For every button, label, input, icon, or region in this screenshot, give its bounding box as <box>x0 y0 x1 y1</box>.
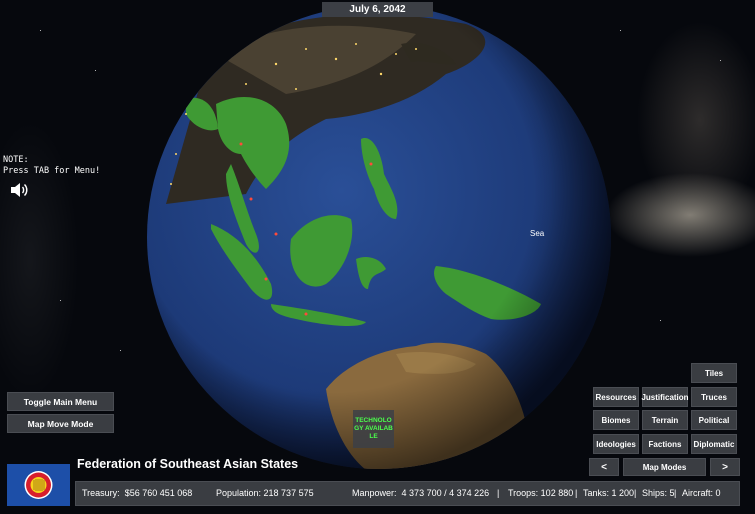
map-mode-terrain-button[interactable]: Terrain <box>642 410 688 430</box>
star <box>660 320 661 321</box>
star <box>95 70 96 71</box>
star <box>620 30 621 31</box>
game-date: July 6, 2042 <box>322 2 433 17</box>
map-mode-ideologies-button[interactable]: Ideologies <box>593 434 639 454</box>
map-mode-diplomatic-button[interactable]: Diplomatic <box>691 434 737 454</box>
treasury-stat: Treasury: $56 760 451 068 <box>82 482 192 505</box>
map-mode-tiles-button[interactable]: Tiles <box>691 363 737 383</box>
separator: | <box>634 488 637 498</box>
map-mode-factions-button[interactable]: Factions <box>642 434 688 454</box>
star <box>60 300 61 301</box>
sea-label: Sea <box>530 229 545 238</box>
toggle-main-menu-button[interactable]: Toggle Main Menu <box>7 392 114 411</box>
speaker-icon[interactable] <box>9 181 29 199</box>
troops-stat: Troops: 102 880 <box>508 488 574 498</box>
aircraft-stat: Aircraft: 0 <box>682 488 721 498</box>
star <box>720 60 721 61</box>
asean-flag-icon <box>7 464 70 506</box>
map-mode-justification-button[interactable]: Justification <box>641 387 689 407</box>
treasury-value: $56 760 451 068 <box>124 488 193 498</box>
star <box>120 350 121 351</box>
map-mode-truces-button[interactable]: Truces <box>691 387 737 407</box>
star <box>40 30 41 31</box>
nation-name: Federation of Southeast Asian States <box>77 457 299 471</box>
population-stat: Population: 218 737 575 <box>216 488 314 498</box>
note-label: NOTE: <box>3 155 29 165</box>
note-hint: Press TAB for Menu! <box>3 166 101 176</box>
map-mode-biomes-button[interactable]: Biomes <box>593 410 639 430</box>
separator: | <box>575 488 578 498</box>
tanks-stat: Tanks: 1 200 <box>583 488 635 498</box>
ships-stat: Ships: 5 <box>642 488 675 498</box>
stats-bar: Treasury: $56 760 451 068 Population: 21… <box>75 481 740 506</box>
technology-available-notice[interactable]: TECHNOLOGY AVAILABLE <box>353 410 394 448</box>
menu-note: NOTE: Press TAB for Menu! <box>3 155 100 177</box>
manpower-stat: Manpower: 4 373 700 / 4 374 226 <box>352 482 489 505</box>
map-mode-next-button[interactable]: > <box>710 458 740 476</box>
separator: | <box>497 488 500 498</box>
map-move-mode-button[interactable]: Map Move Mode <box>7 414 114 433</box>
manpower-value: 4 373 700 / 4 374 226 <box>401 488 490 498</box>
nation-flag[interactable] <box>7 464 70 506</box>
map-mode-political-button[interactable]: Political <box>691 410 737 430</box>
map-modes-button[interactable]: Map Modes <box>623 458 706 476</box>
treasury-label: Treasury: <box>82 488 120 498</box>
map-mode-prev-button[interactable]: < <box>589 458 619 476</box>
manpower-label: Manpower: <box>352 488 397 498</box>
separator: | <box>674 488 677 498</box>
map-mode-resources-button[interactable]: Resources <box>593 387 639 407</box>
